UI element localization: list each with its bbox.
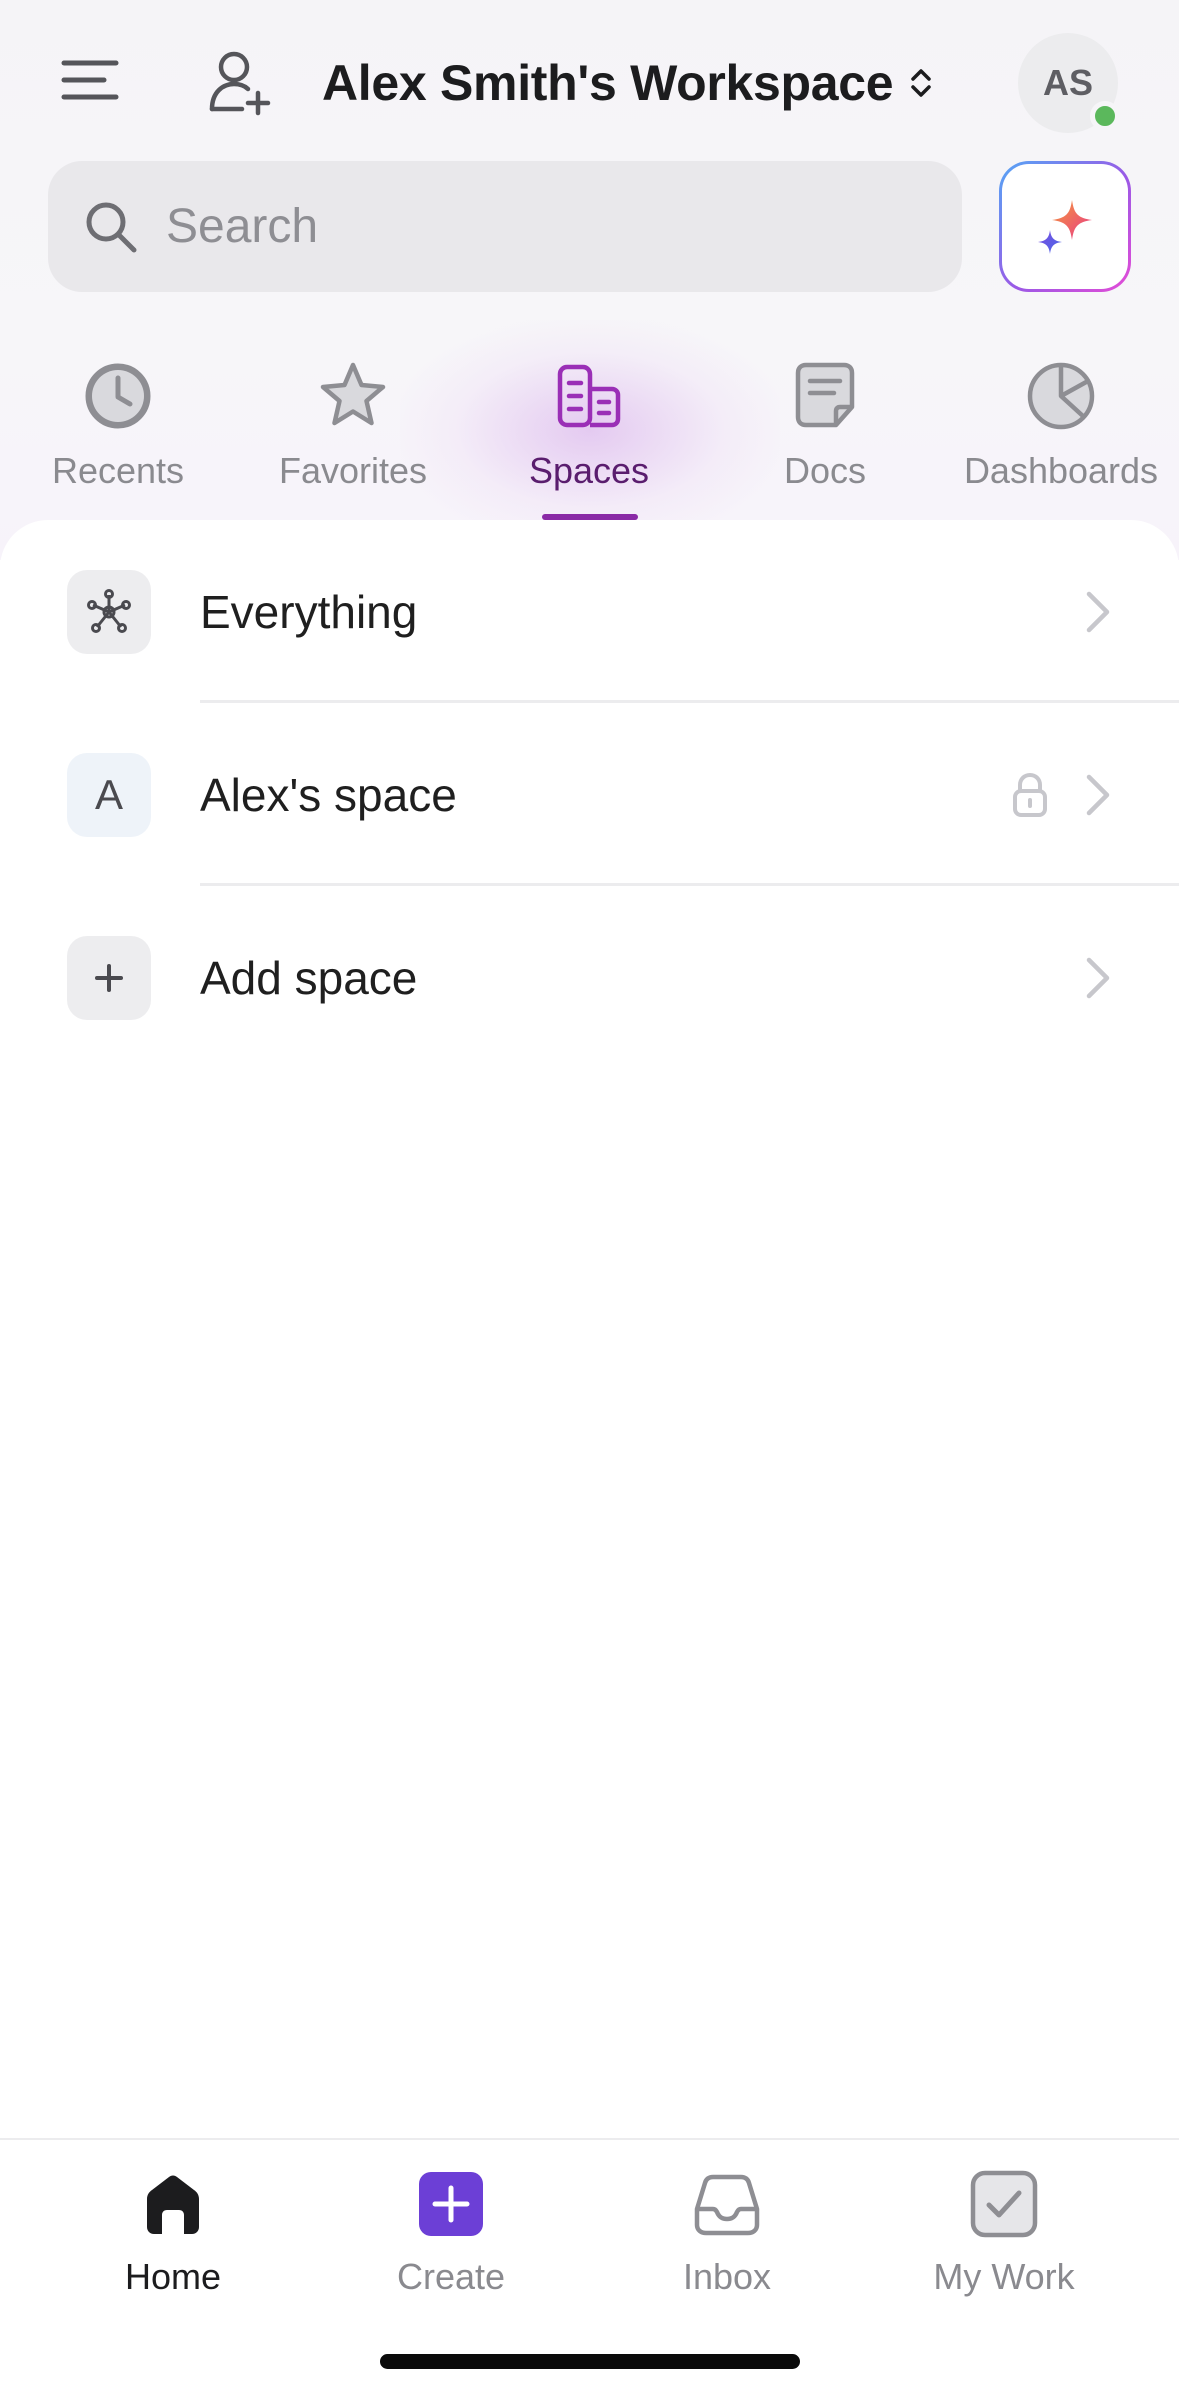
tab-label: Recents [51, 450, 185, 491]
home-indicator [380, 2354, 800, 2369]
list-item-alex-space[interactable]: A Alex's space [0, 703, 1179, 886]
hamburger-menu-icon [61, 60, 119, 100]
view-tabs: Recents Favorites Spaces Docs Dashboards [0, 350, 1179, 520]
tab-spaces[interactable]: Spaces [471, 350, 707, 520]
star-icon [320, 362, 386, 426]
workspace-name: Alex Smith's Workspace [322, 55, 894, 111]
spaces-list: Everything A Alex's space Add space [0, 520, 1179, 2140]
ai-assistant-button[interactable] [999, 161, 1131, 292]
tab-docs[interactable]: Docs [707, 350, 943, 520]
everything-icon-tile [67, 569, 151, 654]
app-screen: Alex Smith's Workspace AS Search Recents… [0, 0, 1179, 2396]
doc-icon [795, 362, 855, 428]
list-item-label: Everything [200, 585, 418, 638]
avatar-initials: AS [1042, 62, 1093, 103]
list-item-add-space[interactable]: Add space [0, 886, 1179, 1069]
nav-inbox[interactable]: Inbox [607, 2164, 847, 2314]
online-status-indicator [1090, 101, 1120, 131]
add-user-icon [209, 51, 271, 116]
nav-home[interactable]: Home [53, 2164, 293, 2314]
nav-label: Home [124, 2256, 222, 2297]
tab-dashboards[interactable]: Dashboards [943, 350, 1179, 520]
tab-label: Favorites [278, 450, 428, 491]
lock-icon [1008, 769, 1052, 821]
search-icon [86, 202, 137, 252]
menu-button[interactable] [52, 42, 128, 118]
tab-label: Dashboards [963, 450, 1159, 491]
add-space-icon-tile [67, 935, 151, 1020]
create-plus-icon [419, 2172, 483, 2236]
home-icon [147, 2175, 199, 2234]
nav-create[interactable]: Create [331, 2164, 571, 2314]
nav-my-work[interactable]: My Work [884, 2164, 1124, 2314]
invite-user-button[interactable] [200, 42, 280, 122]
tab-label: Docs [783, 450, 867, 491]
workspace-switcher[interactable]: Alex Smith's Workspace [322, 45, 935, 121]
list-item-label: Add space [200, 951, 418, 1004]
nav-label: Create [396, 2256, 506, 2297]
nav-label: My Work [933, 2256, 1075, 2297]
nav-label: Inbox [682, 2256, 772, 2297]
clock-icon [85, 363, 151, 429]
list-item-everything[interactable]: Everything [0, 520, 1179, 703]
chevron-right-icon [1080, 586, 1116, 638]
plus-icon [95, 963, 123, 992]
tab-favorites[interactable]: Favorites [235, 350, 471, 520]
chevron-right-icon [1080, 952, 1116, 1004]
spaces-icon [557, 364, 621, 428]
pie-chart-icon [1027, 362, 1095, 430]
hub-icon [87, 588, 131, 633]
list-item-label: Alex's space [200, 768, 457, 821]
space-avatar: A [67, 752, 151, 837]
search-bar[interactable] [48, 161, 962, 292]
tab-label: Spaces [528, 450, 650, 491]
avatar[interactable]: AS [1018, 33, 1120, 133]
chevron-right-icon [1080, 769, 1116, 821]
inbox-icon [694, 2174, 760, 2236]
sparkle-icon [1038, 199, 1092, 254]
top-header: Alex Smith's Workspace AS [0, 0, 1179, 160]
tab-recents[interactable]: Recents [0, 350, 236, 520]
chevron-up-down-icon [911, 69, 932, 97]
checkbox-icon [970, 2170, 1038, 2238]
search-input[interactable] [164, 198, 924, 255]
space-avatar-letter: A [94, 770, 123, 818]
